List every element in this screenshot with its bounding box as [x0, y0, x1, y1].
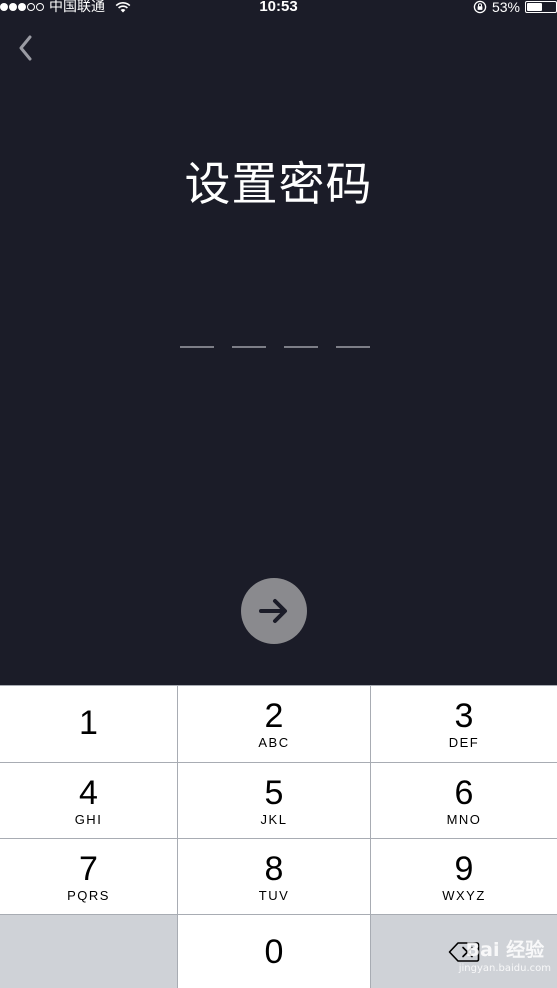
- arrow-right-icon: [259, 599, 287, 623]
- pin-slot-3: [284, 346, 318, 348]
- key-letters: WXYZ: [442, 887, 486, 903]
- battery-icon: [525, 1, 557, 13]
- key-letters: ABC: [258, 735, 290, 750]
- key-2[interactable]: 2 ABC: [178, 686, 370, 762]
- set-password-screen: 中国联通 10:53 53% 设置密码 1 2 ABC 3 DEF 4 GHI …: [0, 0, 557, 988]
- key-digit: 8: [264, 849, 284, 888]
- status-right: 53%: [473, 0, 557, 14]
- key-digit: 6: [454, 773, 474, 812]
- key-9[interactable]: 9 WXYZ: [371, 839, 557, 914]
- watermark-url: jingyan.baidu.com: [458, 963, 551, 974]
- pin-slot-1: [180, 346, 214, 348]
- delete-button[interactable]: Bai 经验 jingyan.baidu.com: [371, 915, 557, 988]
- numeric-keypad: 1 2 ABC 3 DEF 4 GHI 5 JKL 6 MNO 7 PQRS 8…: [0, 685, 557, 988]
- key-letters: MNO: [446, 811, 482, 827]
- key-digit: 3: [454, 697, 474, 735]
- key-8[interactable]: 8 TUV: [178, 839, 370, 914]
- key-letters: PQRS: [67, 887, 110, 903]
- key-digit: 0: [264, 932, 284, 971]
- key-digit: 5: [264, 773, 284, 812]
- key-letters: JKL: [260, 811, 288, 827]
- key-3[interactable]: 3 DEF: [371, 686, 557, 762]
- chevron-left-icon: [19, 35, 32, 61]
- key-letters: TUV: [258, 887, 290, 903]
- key-6[interactable]: 6 MNO: [371, 763, 557, 838]
- key-5[interactable]: 5 JKL: [178, 763, 370, 838]
- key-digit: 7: [79, 849, 98, 888]
- pin-slot-2: [232, 346, 266, 348]
- page-title: 设置密码: [184, 157, 373, 211]
- pin-slot-4: [336, 346, 370, 348]
- key-letters: DEF: [448, 735, 480, 750]
- key-digit: 1: [79, 704, 98, 742]
- next-button[interactable]: [241, 578, 307, 644]
- key-4[interactable]: 4 GHI: [0, 763, 177, 838]
- watermark: Bai 经验 jingyan.baidu.com: [459, 935, 551, 974]
- status-bar: 中国联通 10:53 53%: [0, 0, 557, 16]
- key-digit: 4: [79, 773, 98, 812]
- battery-percent: 53%: [491, 0, 520, 15]
- key-letters: GHI: [74, 811, 103, 827]
- key-blank: [0, 915, 177, 988]
- key-0[interactable]: 0: [178, 915, 370, 988]
- pin-input[interactable]: [180, 346, 370, 348]
- key-1[interactable]: 1: [0, 686, 177, 762]
- key-7[interactable]: 7 PQRS: [0, 839, 177, 914]
- key-digit: 2: [264, 697, 284, 735]
- key-digit: 9: [454, 849, 474, 888]
- rotation-lock-icon: [473, 0, 487, 14]
- watermark-logo-text: Bai 经验: [465, 939, 545, 961]
- back-button[interactable]: [10, 30, 40, 66]
